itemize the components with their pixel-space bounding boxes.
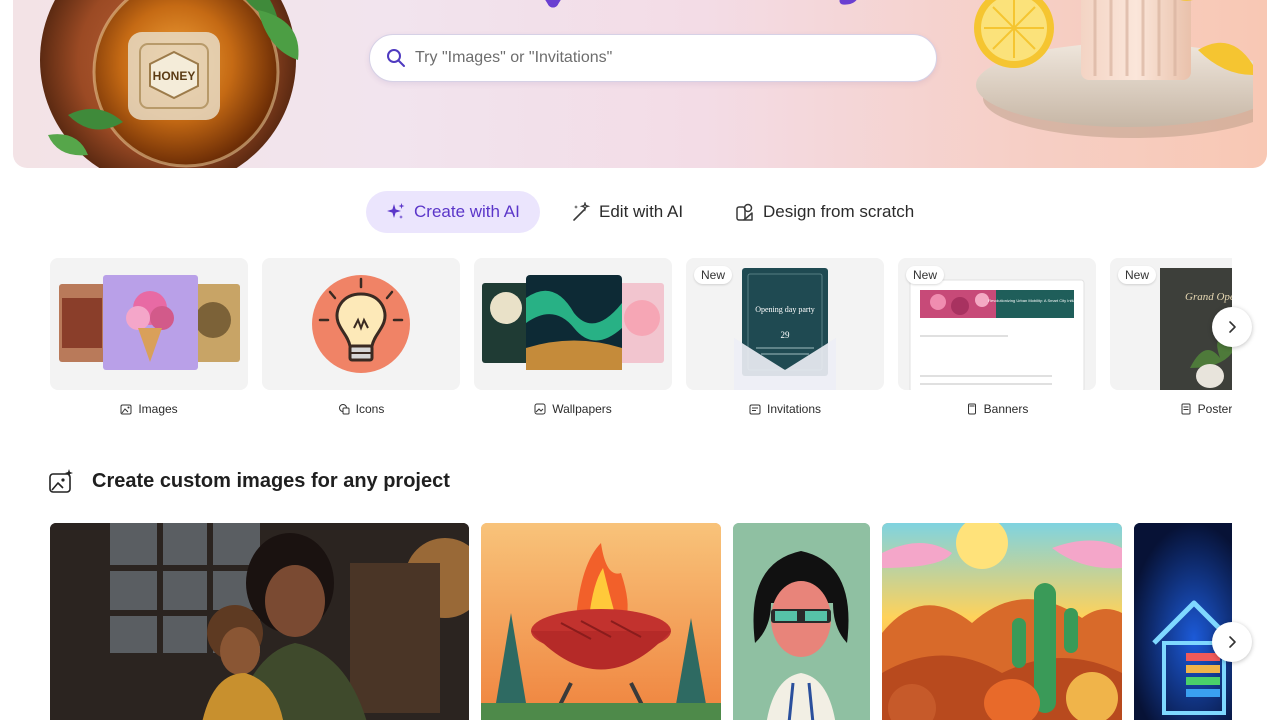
wallpaper-icon [534,403,546,415]
gallery-next-button[interactable] [1212,622,1252,662]
category-label: Wallpapers [474,402,672,416]
gallery-image-desert[interactable] [882,523,1122,720]
new-badge: New [694,266,733,284]
new-badge: New [906,266,945,284]
gallery-image-grill[interactable] [481,523,721,720]
new-badge: New [1118,266,1157,284]
mode-tabs: Create with AI Edit with AI Design from … [0,191,1280,233]
category-thumbnail [262,258,460,390]
category-label: Invitations [686,402,884,416]
banner-title: Revolutionizing Urban Mobility: A Smart … [988,298,1083,303]
tab-label: Create with AI [414,202,520,221]
category-card-posters[interactable]: New Grand Opening Posters [1110,258,1232,418]
tab-edit-with-ai[interactable]: Edit with AI [571,191,683,233]
tab-create-with-ai[interactable]: Create with AI [366,191,540,233]
section-title: Create custom images for any project [92,469,450,492]
shapes-icon [736,203,753,221]
tab-label: Design from scratch [763,202,915,221]
category-label-text: Invitations [766,402,822,416]
magic-wand-icon [573,202,591,221]
category-label-text: Wallpapers [552,402,612,416]
category-label-text: Icons [355,402,385,416]
category-label-text: Images [138,402,178,416]
sparkle-icon [387,203,405,219]
poster-icon [1181,403,1191,415]
category-label: Banners [898,402,1096,416]
category-card-invitations[interactable]: New Opening day party 29 Invitations [686,258,884,418]
search-icon [387,49,405,67]
tab-design-from-scratch[interactable]: Design from scratch [735,191,914,233]
invitation-day: 29 [781,330,791,340]
category-card-banners[interactable]: New Revolutionizing Urban Mobility: A Sm… [898,258,1096,418]
chevron-right-icon [1229,321,1236,333]
category-thumbnail: New Revolutionizing Urban Mobility: A Sm… [898,258,1096,390]
banner-icon [967,403,976,415]
invitation-icon [749,404,761,415]
image-icon [120,404,132,415]
category-label-text: Banners [983,402,1029,416]
honey-label-text: HONEY [153,69,196,83]
category-label: Images [50,402,248,416]
category-next-button[interactable] [1212,307,1252,347]
icon-shapes-icon [338,404,350,415]
gallery-image-reading[interactable] [50,523,469,720]
category-label: Posters [1110,402,1232,416]
lemon-drink-image [953,0,1267,150]
honey-jar-image: HONEY [28,0,308,168]
category-label: Icons [262,402,460,416]
hero-title-fragment [493,0,933,10]
category-carousel: Images Icons Wallpapers New Opening day … [50,258,1232,418]
poster-title: Grand Opening [1185,291,1232,303]
category-card-wallpapers[interactable]: Wallpapers [474,258,672,418]
gallery-image-smart-home[interactable] [1134,523,1232,720]
category-thumbnail: New Opening day party 29 [686,258,884,390]
category-card-icons[interactable]: Icons [262,258,460,418]
section-header: Create custom images for any project [48,468,450,494]
invitation-title: Opening day party [755,305,815,314]
gallery-image-portrait[interactable] [733,523,870,720]
category-label-text: Posters [1197,402,1232,416]
image-gallery [50,523,1232,720]
tab-label: Edit with AI [599,202,684,221]
category-thumbnail [50,258,248,390]
search-bar[interactable] [369,34,937,82]
category-card-images[interactable]: Images [50,258,248,418]
image-sparkle-icon [49,469,73,493]
category-thumbnail [474,258,672,390]
chevron-right-icon [1229,636,1236,648]
search-input[interactable] [415,49,915,67]
hero-banner: HONEY [13,0,1267,168]
